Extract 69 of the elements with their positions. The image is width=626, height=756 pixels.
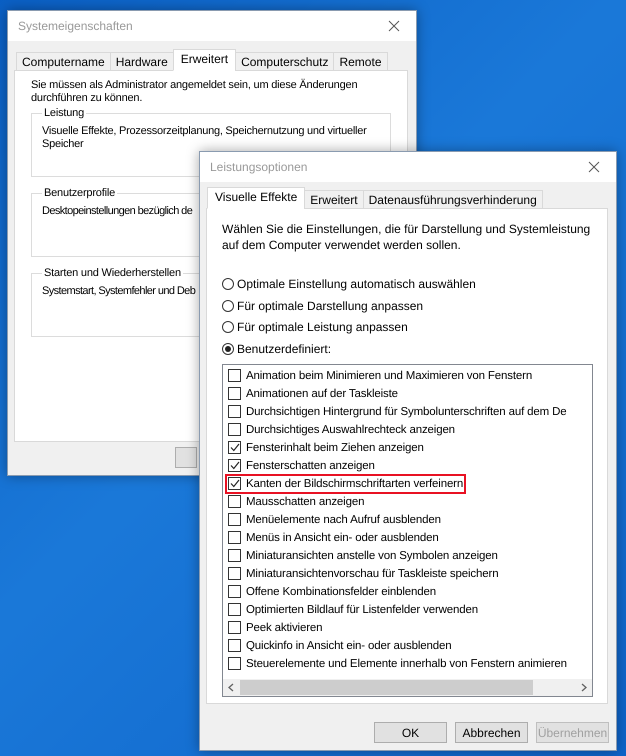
checkbox[interactable] (228, 621, 241, 634)
dialog-button[interactable]: Abbrechen (455, 722, 528, 743)
checkbox-item[interactable]: Fensterinhalt beim Ziehen anzeigen (227, 440, 425, 456)
tab[interactable]: Erweitert (304, 190, 364, 209)
horizontal-scrollbar[interactable] (223, 679, 592, 696)
radio-button[interactable] (222, 300, 234, 312)
checkbox-item[interactable]: Fensterschatten anzeigen (227, 458, 376, 474)
checkbox[interactable] (228, 603, 241, 616)
tab[interactable]: Datenausführungsverhinderung (362, 190, 543, 209)
checkbox[interactable] (228, 513, 241, 526)
checkbox[interactable] (228, 585, 241, 598)
scrollbar-thumb[interactable] (240, 680, 533, 695)
checkbox-item[interactable]: Quickinfo in Ansicht ein- oder ausblenden (227, 638, 452, 654)
checkbox[interactable] (228, 531, 241, 544)
checkbox-item[interactable]: Optimierten Bildlauf für Listenfelder verwenden (227, 602, 480, 618)
checkbox[interactable] (228, 423, 241, 436)
checkbox[interactable] (228, 567, 241, 580)
checkbox[interactable] (228, 639, 241, 652)
checkbox[interactable] (228, 459, 241, 472)
checkbox-item[interactable]: Miniaturansichtenvorschau für Taskleiste speichern (227, 566, 500, 582)
tab[interactable]: Remote (333, 52, 388, 71)
group-text: Visuelle Effekte, Prozessorzeitplanung, Speichernutzung und virtueller Speicher (42, 125, 368, 151)
window-title: Leistungsoptionen (210, 160, 308, 174)
tab[interactable]: Computerschutz (235, 52, 334, 71)
checkbox[interactable] (228, 405, 241, 418)
close-icon (388, 20, 400, 32)
checkbox[interactable] (228, 387, 241, 400)
checkbox-item[interactable]: Peek aktivieren (227, 620, 324, 636)
radio-option[interactable]: Benutzerdefiniert: (222, 338, 593, 360)
radio-label: Für optimale Leistung anpassen (237, 320, 408, 334)
checkbox-item[interactable]: Steuerelemente und Elemente innerhalb von Fenstern animieren (227, 656, 568, 672)
group-text: Desktopeinstellungen bezüglich de (42, 205, 194, 218)
checkbox[interactable] (228, 495, 241, 508)
description-text: Wählen Sie die Einstellungen, die für Darstellung und Systemleistung auf dem Computer verwendet werden sollen. (222, 221, 592, 253)
checkbox-item[interactable]: Durchsichtigen Hintergrund für Symbolunterschriften auf dem De (227, 404, 568, 420)
checkbox-item[interactable]: Miniaturansichten anstelle von Symbolen anzeigen (227, 548, 499, 564)
checkbox[interactable] (228, 369, 241, 382)
window-title: Systemeigenschaften (18, 19, 133, 33)
radio-option[interactable]: Optimale Einstellung automatisch auswählen (222, 273, 593, 295)
highlighted-checkbox-item[interactable]: Kanten der Bildschirmschriftarten verfeinern (227, 476, 464, 492)
group-title: Leistung (43, 107, 85, 119)
checkbox-item[interactable]: Animation beim Minimieren und Maximieren von Fenstern (227, 368, 534, 384)
radio-label: Für optimale Darstellung anpassen (237, 298, 424, 313)
notice-text: Sie müssen als Administrator angemeldet sein, um diese Änderungen durchführen zu können. (31, 79, 358, 105)
checkbox-item[interactable]: Mausschatten anzeigen (227, 494, 366, 510)
checkbox-item[interactable]: Menüs in Ansicht ein- oder ausblenden (227, 530, 440, 546)
radio-label: Optimale Einstellung automatisch auswählen (237, 276, 476, 291)
radio-option[interactable]: Für optimale Darstellung anpassen (222, 294, 593, 316)
radio-button[interactable] (222, 342, 234, 355)
checkbox[interactable] (228, 549, 241, 562)
checkbox-item[interactable]: Offene Kombinationsfelder einblenden (227, 584, 438, 600)
checkbox[interactable] (228, 477, 241, 490)
radio-button[interactable] (222, 278, 234, 290)
radio-button[interactable] (222, 321, 234, 334)
checkbox-item[interactable]: Menüelemente nach Aufruf ausblenden (227, 512, 442, 528)
checkbox-item[interactable]: Animationen auf der Taskleiste (227, 386, 399, 402)
group-title: Benutzerprofile (43, 187, 116, 199)
group-title: Starten und Wiederherstellen (43, 267, 182, 279)
tab[interactable]: Visuelle Effekte (207, 187, 306, 209)
group-text: Systemstart, Systemfehler und Deb (42, 285, 196, 298)
tab[interactable]: Erweitert (172, 49, 236, 71)
checkbox[interactable] (228, 441, 241, 454)
checkbox[interactable] (228, 657, 241, 670)
checkbox-item[interactable]: Durchsichtiges Auswahlrechteck anzeigen (227, 422, 456, 438)
radio-option[interactable]: Für optimale Leistung anpassen (222, 316, 593, 338)
close-icon (588, 161, 600, 173)
dialog-button[interactable]: OK (374, 722, 447, 743)
radio-label: Benutzerdefiniert: (237, 342, 332, 356)
tab[interactable]: Computername (16, 52, 111, 71)
